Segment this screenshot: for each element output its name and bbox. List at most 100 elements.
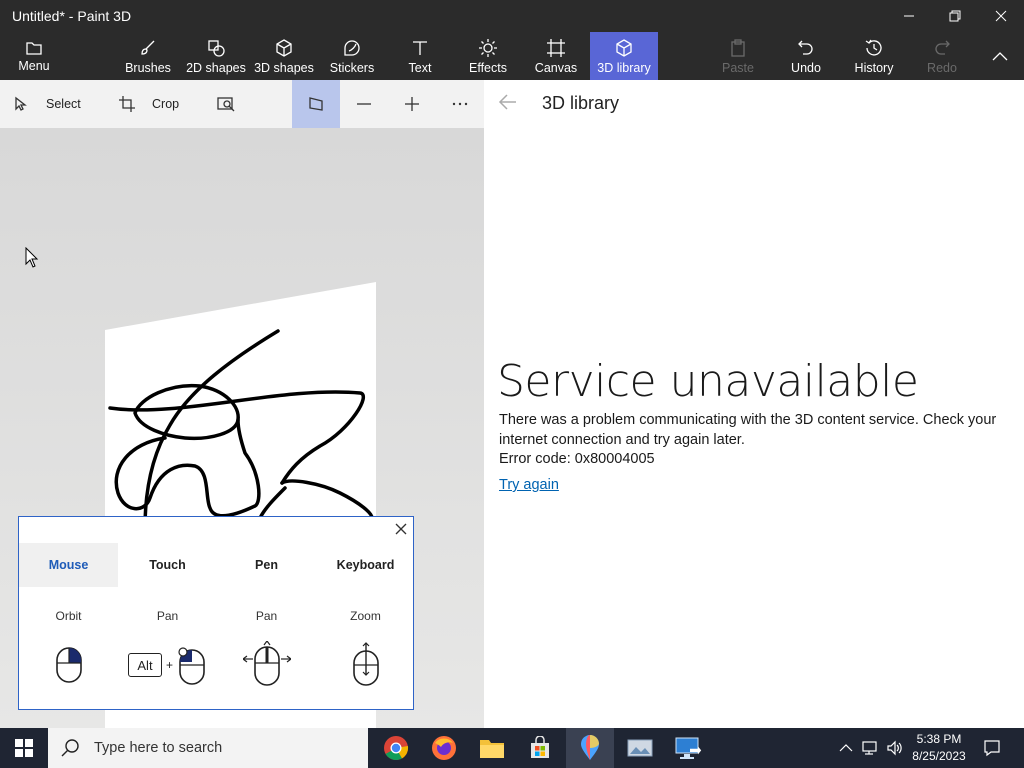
menu-button[interactable]: Menu: [10, 32, 58, 80]
view-3d-button[interactable]: [292, 80, 340, 128]
plus-icon: [405, 97, 419, 111]
tab-pen[interactable]: Pen: [217, 543, 316, 587]
select-button[interactable]: Select: [12, 80, 84, 128]
history-icon: [864, 38, 884, 58]
taskbar-photos[interactable]: [616, 728, 664, 768]
try-again-link[interactable]: Try again: [499, 477, 559, 493]
more-options-button[interactable]: [442, 80, 478, 128]
3d-shapes-button[interactable]: 3D shapes: [252, 32, 316, 80]
cube-icon: [274, 38, 294, 58]
history-label: History: [854, 61, 894, 75]
3d-library-label: 3D library: [597, 61, 651, 75]
plus-sign: +: [165, 658, 173, 672]
taskbar-paint3d[interactable]: [566, 728, 614, 768]
undo-label: Undo: [791, 61, 821, 75]
paste-button[interactable]: Paste: [716, 32, 760, 80]
volume-icon: [887, 740, 902, 756]
canvas-icon: [546, 38, 566, 58]
zoom-label: Zoom: [350, 609, 381, 623]
panel-title: 3D library: [542, 93, 620, 113]
help-close-button[interactable]: [393, 521, 409, 537]
network-button[interactable]: [860, 728, 882, 768]
zoom-scroll-mouse-icon: [316, 641, 415, 689]
redo-icon: [932, 38, 952, 58]
text-button[interactable]: Text: [398, 32, 442, 80]
canvas-button[interactable]: Canvas: [532, 32, 580, 80]
zoom-out-button[interactable]: [346, 80, 382, 128]
taskbar-firefox[interactable]: [420, 728, 468, 768]
minimize-button[interactable]: [886, 0, 932, 32]
paint3d-icon: [581, 735, 599, 760]
show-hidden-icons-button[interactable]: [836, 728, 856, 768]
title-bar: Untitled* - Paint 3D: [0, 0, 1024, 32]
clock-date: 8/25/2023: [912, 749, 966, 763]
tab-keyboard[interactable]: Keyboard: [316, 543, 415, 587]
collapse-ribbon-button[interactable]: [980, 32, 1020, 80]
undo-icon: [796, 38, 816, 58]
history-button[interactable]: History: [850, 32, 898, 80]
pan-alt-mouse-icon: Alt +: [118, 641, 217, 689]
stickers-button[interactable]: Stickers: [326, 32, 378, 80]
3d-library-button[interactable]: 3D library: [590, 32, 658, 80]
paste-label: Paste: [722, 61, 754, 75]
taskbar-store[interactable]: [516, 728, 564, 768]
taskbar-chrome[interactable]: [372, 728, 420, 768]
pan-scroll-mouse-icon: [217, 641, 316, 689]
folder-icon: [24, 38, 44, 58]
zoom-in-button[interactable]: [394, 80, 430, 128]
orbit-label: Orbit: [55, 609, 82, 623]
3d-view-icon: [309, 97, 323, 111]
volume-button[interactable]: [884, 728, 906, 768]
redo-label: Redo: [927, 61, 957, 75]
crop-label: Crop: [152, 97, 180, 111]
crop-button[interactable]: Crop: [118, 80, 186, 128]
effects-label: Effects: [469, 61, 507, 75]
search-placeholder: Type here to search: [94, 740, 223, 756]
clock[interactable]: 5:38 PM 8/25/2023: [906, 731, 972, 765]
chrome-icon: [384, 736, 409, 761]
tab-touch[interactable]: Touch: [118, 543, 217, 587]
back-button[interactable]: [498, 92, 518, 117]
undo-button[interactable]: Undo: [784, 32, 828, 80]
firefox-icon: [432, 736, 456, 760]
search-icon: [61, 739, 79, 757]
taskbar-search-box[interactable]: Type here to search: [48, 728, 368, 768]
back-arrow-icon: [498, 94, 516, 110]
brushes-label: Brushes: [125, 61, 171, 75]
remote-desktop-icon: [675, 737, 702, 759]
pan-label: Pan: [156, 609, 179, 623]
text-label: Text: [408, 61, 432, 75]
alt-key: Alt: [127, 653, 162, 677]
mouse-cursor-icon: [25, 247, 39, 268]
brushes-button[interactable]: Brushes: [120, 32, 176, 80]
magic-select-icon: [217, 97, 235, 112]
chevron-up-icon: [992, 52, 1008, 61]
tab-mouse[interactable]: Mouse: [19, 543, 118, 587]
select-label: Select: [46, 97, 81, 111]
notifications-button[interactable]: [980, 728, 1004, 768]
close-button[interactable]: [978, 0, 1024, 32]
redo-button[interactable]: Redo: [920, 32, 964, 80]
magic-select-button[interactable]: [216, 80, 240, 128]
2d-shapes-button[interactable]: 2D shapes: [184, 32, 248, 80]
minus-icon: [357, 103, 371, 105]
2d-shapes-icon: [206, 38, 226, 58]
ribbon: Menu Brushes 2D shapes 3D shapes Sticker…: [0, 32, 1024, 80]
clock-time: 5:38 PM: [916, 732, 962, 746]
tool-options-bar: Select Crop: [0, 80, 484, 128]
brush-icon: [138, 38, 158, 58]
restore-button[interactable]: [932, 0, 978, 32]
taskbar: Type here to search 5:38 PM 8/25/2023: [0, 728, 1024, 768]
taskbar-remote-desktop[interactable]: [664, 728, 712, 768]
taskbar-file-explorer[interactable]: [468, 728, 516, 768]
canvas-label: Canvas: [534, 61, 578, 75]
menu-label: Menu: [18, 59, 50, 73]
effects-button[interactable]: Effects: [464, 32, 512, 80]
start-button[interactable]: [0, 728, 48, 768]
minimize-icon: [904, 15, 914, 17]
restore-icon: [949, 10, 961, 22]
close-icon: [995, 10, 1007, 22]
ellipsis-icon: [452, 102, 468, 106]
close-icon: [395, 523, 407, 535]
window-title: Untitled* - Paint 3D: [12, 8, 132, 24]
